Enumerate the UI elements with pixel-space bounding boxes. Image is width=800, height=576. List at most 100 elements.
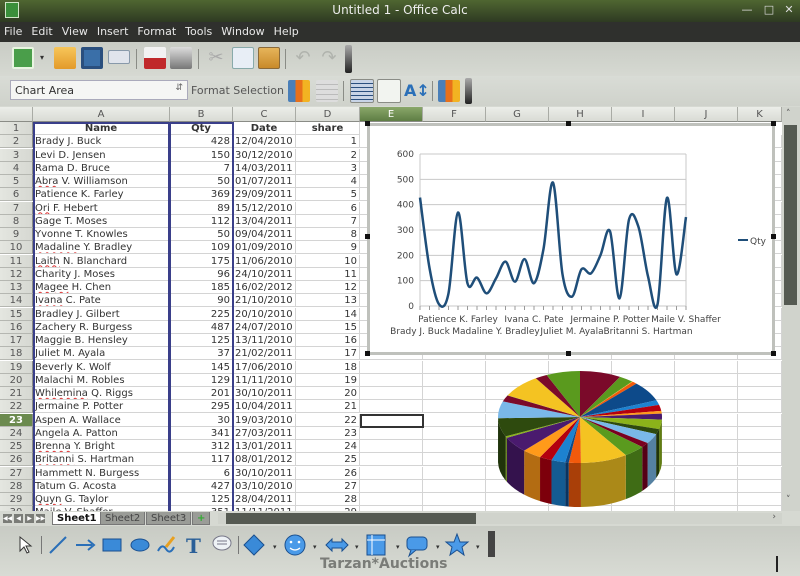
- ellipse-icon[interactable]: [130, 538, 150, 552]
- toolbar-overflow-icon[interactable]: [465, 78, 472, 104]
- cell-date[interactable]: 11/11/2010: [233, 373, 296, 387]
- cell-name[interactable]: Britanni S. Hartman: [33, 453, 170, 467]
- row-header-27[interactable]: 27: [0, 466, 33, 480]
- cell-qty[interactable]: 295: [170, 400, 233, 414]
- cell-qty[interactable]: 90: [170, 294, 233, 308]
- empty-cell[interactable]: [360, 440, 423, 453]
- cell-share[interactable]: 16: [296, 334, 360, 347]
- resize-handle[interactable]: [365, 121, 370, 126]
- empty-cell[interactable]: [360, 466, 423, 480]
- resize-handle[interactable]: [566, 351, 571, 356]
- empty-cell[interactable]: [738, 479, 782, 493]
- column-header-b[interactable]: B: [170, 107, 233, 122]
- cell-share[interactable]: 1: [296, 135, 360, 149]
- cell-share[interactable]: 7: [296, 214, 360, 228]
- new-spreadsheet-icon[interactable]: [12, 47, 34, 69]
- row-header-18[interactable]: 18: [0, 347, 33, 361]
- cell-date[interactable]: 20/10/2010: [233, 307, 296, 321]
- cell-qty[interactable]: 6: [170, 466, 233, 480]
- row-header-21[interactable]: 21: [0, 387, 33, 400]
- row-header-16[interactable]: 16: [0, 320, 33, 334]
- cell-name[interactable]: Jermaine P. Potter: [33, 400, 170, 414]
- rectangle-icon[interactable]: [102, 538, 122, 552]
- cell-qty[interactable]: 30: [170, 413, 233, 427]
- cell-share[interactable]: 23: [296, 426, 360, 440]
- prev-sheet-icon[interactable]: ◀: [14, 514, 23, 523]
- menu-tools[interactable]: Tools: [181, 22, 217, 38]
- menu-edit[interactable]: Edit: [27, 22, 57, 38]
- empty-cell[interactable]: [738, 466, 782, 480]
- cell-name[interactable]: Whilemina Q. Riggs: [33, 387, 170, 400]
- header-cell-name[interactable]: Name: [33, 122, 170, 135]
- cell-qty[interactable]: 7: [170, 161, 233, 175]
- cell-date[interactable]: 15/12/2010: [233, 201, 296, 215]
- row-header-14[interactable]: 14: [0, 294, 33, 308]
- cell-name[interactable]: Maggie B. Hensley: [33, 334, 170, 347]
- cell-qty[interactable]: 117: [170, 453, 233, 467]
- cell-name[interactable]: Rama D. Bruce: [33, 161, 170, 175]
- cell-share[interactable]: 26: [296, 466, 360, 480]
- dropdown-arrow-icon[interactable]: ▾: [38, 47, 46, 69]
- column-header-k[interactable]: K: [738, 107, 782, 122]
- open-folder-icon[interactable]: [54, 47, 76, 69]
- cell-date[interactable]: 24/10/2011: [233, 267, 296, 281]
- empty-cell[interactable]: [675, 493, 738, 506]
- column-header-g[interactable]: G: [486, 107, 549, 122]
- empty-cell[interactable]: [423, 413, 486, 427]
- cell-name[interactable]: Tatum G. Acosta: [33, 479, 170, 493]
- empty-cell[interactable]: [738, 373, 782, 387]
- arrow-line-icon[interactable]: [76, 539, 96, 551]
- horizontal-scrollbar[interactable]: ›: [218, 512, 782, 524]
- cell-name[interactable]: Beverly K. Wolf: [33, 360, 170, 374]
- select-all-corner[interactable]: [0, 107, 33, 122]
- row-header-23[interactable]: 23: [0, 413, 33, 427]
- cell-qty[interactable]: 50: [170, 175, 233, 188]
- scroll-right-icon[interactable]: ›: [772, 512, 776, 522]
- empty-cell[interactable]: [423, 373, 486, 387]
- toolbar-overflow-icon[interactable]: [488, 531, 495, 557]
- scroll-down-icon[interactable]: ˅: [786, 495, 791, 505]
- legend-on-off-icon[interactable]: [377, 79, 401, 103]
- paste-icon[interactable]: [258, 47, 280, 69]
- cell-name[interactable]: Bradley J. Gilbert: [33, 307, 170, 321]
- cell-share[interactable]: 27: [296, 479, 360, 493]
- empty-cell[interactable]: [423, 360, 486, 374]
- cell-date[interactable]: 30/10/2011: [233, 387, 296, 400]
- empty-cell[interactable]: [675, 387, 738, 400]
- cell-share[interactable]: 22: [296, 413, 360, 427]
- empty-cell[interactable]: [675, 413, 738, 427]
- row-header-17[interactable]: 17: [0, 334, 33, 347]
- cut-icon[interactable]: ✂: [205, 47, 227, 69]
- cell-name[interactable]: Zachery R. Burgess: [33, 320, 170, 334]
- row-header-22[interactable]: 22: [0, 400, 33, 414]
- empty-cell[interactable]: [423, 493, 486, 506]
- empty-cell[interactable]: [360, 373, 423, 387]
- cell-share[interactable]: 28: [296, 493, 360, 506]
- cell-qty[interactable]: 150: [170, 148, 233, 162]
- cell-date[interactable]: 10/04/2011: [233, 400, 296, 414]
- cell-name[interactable]: Ivana C. Pate: [33, 294, 170, 308]
- cell-name[interactable]: Brenna Y. Bright: [33, 440, 170, 453]
- active-cell-cursor[interactable]: [360, 413, 424, 428]
- row-header-19[interactable]: 19: [0, 360, 33, 374]
- cell-qty[interactable]: 175: [170, 254, 233, 268]
- menu-insert[interactable]: Insert: [93, 22, 134, 38]
- text-icon[interactable]: T: [186, 534, 201, 558]
- last-sheet-icon[interactable]: ▶▶: [36, 514, 45, 523]
- cell-share[interactable]: 18: [296, 360, 360, 374]
- select-arrow-icon[interactable]: [19, 535, 33, 554]
- export-pdf-icon[interactable]: [144, 47, 166, 69]
- empty-cell[interactable]: [423, 479, 486, 493]
- chart-element-select[interactable]: Chart Area ⇵: [10, 80, 188, 100]
- cell-qty[interactable]: 201: [170, 387, 233, 400]
- data-table-icon[interactable]: [316, 80, 338, 102]
- scroll-up-icon[interactable]: ˄: [786, 109, 791, 119]
- empty-cell[interactable]: [360, 493, 423, 506]
- cell-qty[interactable]: 129: [170, 373, 233, 387]
- cell-date[interactable]: 29/09/2011: [233, 188, 296, 202]
- cell-name[interactable]: Levi D. Jensen: [33, 148, 170, 162]
- column-header-e[interactable]: E: [360, 107, 423, 122]
- column-header-c[interactable]: C: [233, 107, 296, 122]
- cell-share[interactable]: 11: [296, 267, 360, 281]
- cell-date[interactable]: 01/09/2010: [233, 241, 296, 255]
